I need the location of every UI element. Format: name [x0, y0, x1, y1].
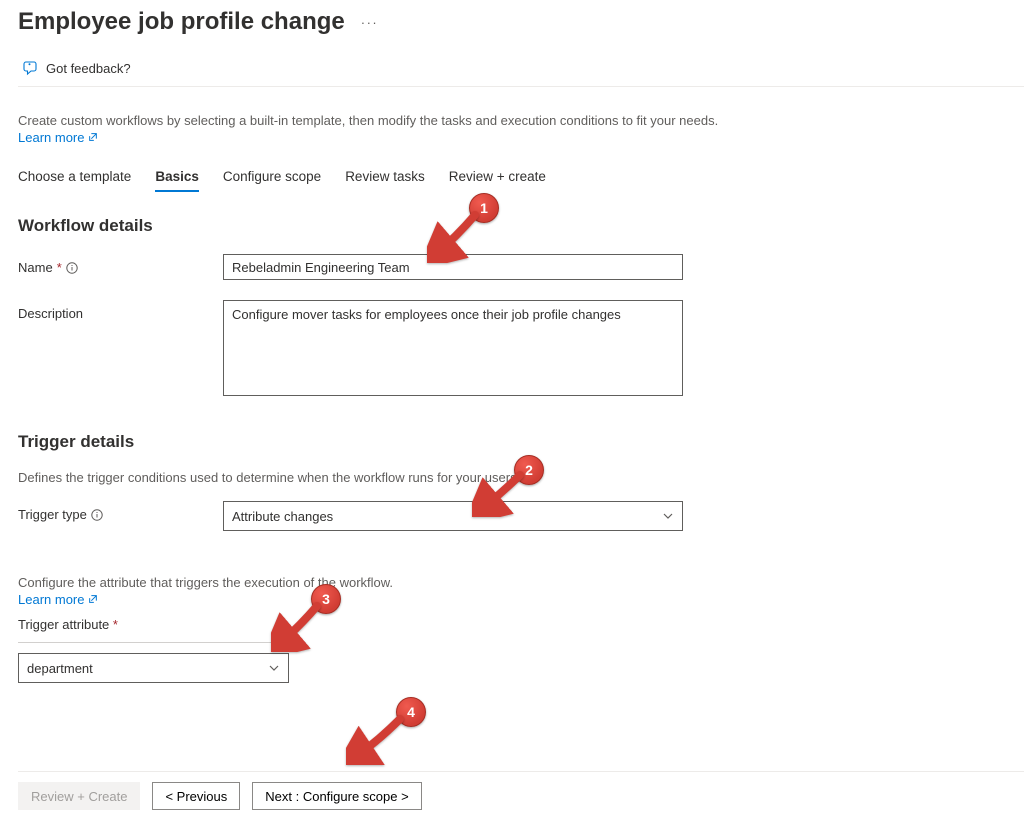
page-root: Employee job profile change ··· Got feed… [0, 0, 1024, 820]
info-icon[interactable] [91, 509, 103, 521]
trigger-type-value: Attribute changes [232, 509, 333, 524]
tab-configure-scope[interactable]: Configure scope [223, 167, 321, 192]
row-description: Description [18, 300, 1024, 396]
description-label: Description [18, 300, 223, 321]
trigger-attribute-label-text: Trigger attribute [18, 617, 109, 632]
trigger-type-label-text: Trigger type [18, 507, 87, 522]
trigger-attribute-section: Configure the attribute that triggers th… [18, 575, 1024, 683]
external-link-icon [88, 592, 98, 607]
row-name: Name * [18, 254, 1024, 280]
intro-text: Create custom workflows by selecting a b… [18, 113, 1024, 128]
tab-choose-template[interactable]: Choose a template [18, 167, 131, 192]
feedback-icon [22, 60, 38, 76]
learn-more-link[interactable]: Learn more [18, 130, 98, 145]
annotation-marker-4: 4 [396, 697, 426, 727]
trigger-attribute-select[interactable]: department [18, 653, 289, 683]
wizard-footer: Review + Create < Previous Next : Config… [18, 771, 1024, 820]
chevron-down-icon [662, 510, 674, 522]
next-button[interactable]: Next : Configure scope > [252, 782, 421, 810]
external-link-icon [88, 130, 98, 145]
previous-button[interactable]: < Previous [152, 782, 240, 810]
feedback-label: Got feedback? [46, 61, 131, 76]
name-input[interactable] [223, 254, 683, 280]
workflow-details-heading: Workflow details [18, 216, 1024, 236]
trigger-type-select[interactable]: Attribute changes [223, 501, 683, 531]
learn-more-label: Learn more [18, 130, 84, 145]
page-title: Employee job profile change [18, 8, 345, 36]
annotation-arrow [346, 715, 404, 765]
more-actions-button[interactable]: ··· [359, 11, 381, 34]
trigger-attribute-label: Trigger attribute * [18, 615, 292, 643]
tab-review-create[interactable]: Review + create [449, 167, 546, 192]
title-row: Employee job profile change ··· [18, 8, 1024, 36]
description-input[interactable] [223, 300, 683, 396]
name-label-text: Name [18, 260, 53, 275]
tab-basics[interactable]: Basics [155, 167, 199, 192]
review-create-button: Review + Create [18, 782, 140, 810]
trigger-attr-intro: Configure the attribute that triggers th… [18, 575, 393, 590]
trigger-type-label: Trigger type [18, 501, 223, 522]
wizard-tabs: Choose a template Basics Configure scope… [18, 167, 1024, 192]
feedback-bar[interactable]: Got feedback? [18, 52, 1024, 87]
required-asterisk: * [113, 617, 118, 632]
chevron-down-icon [268, 662, 280, 674]
annotation-number: 4 [396, 697, 426, 727]
trigger-intro-text: Defines the trigger conditions used to d… [18, 470, 1024, 485]
name-label: Name * [18, 254, 223, 275]
trigger-learn-more-label: Learn more [18, 592, 84, 607]
tab-review-tasks[interactable]: Review tasks [345, 167, 425, 192]
row-trigger-type: Trigger type Attribute changes [18, 501, 1024, 531]
info-icon[interactable] [66, 262, 78, 274]
trigger-learn-more-link[interactable]: Learn more [18, 592, 98, 607]
required-asterisk: * [57, 260, 62, 275]
trigger-attribute-value: department [27, 661, 93, 676]
trigger-details-heading: Trigger details [18, 432, 1024, 452]
